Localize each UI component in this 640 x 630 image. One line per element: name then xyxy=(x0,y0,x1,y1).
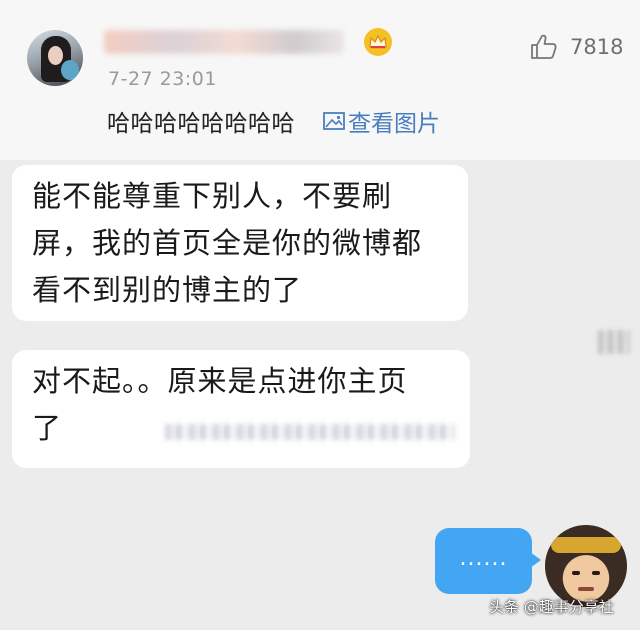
like-button[interactable]: 7818 xyxy=(530,34,623,60)
comment-card: 7-27 23:01 7818 哈哈哈哈哈哈哈哈 查看图片 xyxy=(0,0,640,160)
typing-indicator: ...... xyxy=(459,545,508,571)
comment-timestamp: 7-27 23:01 xyxy=(108,68,217,90)
image-icon xyxy=(323,111,348,131)
thumbs-up-icon[interactable] xyxy=(530,34,558,60)
crown-icon xyxy=(364,28,392,56)
watermark: 头条 @趣事分享社 xyxy=(489,598,614,616)
message-text: 能不能尊重下别人，不要刷 屏，我的首页全是你的微博都 看不到别的博主的了 xyxy=(32,179,423,307)
commenter-avatar[interactable] xyxy=(27,30,83,86)
chat-bubble-received: 能不能尊重下别人，不要刷 屏，我的首页全是你的微博都 看不到别的博主的了 xyxy=(12,165,468,321)
view-image-link[interactable]: 查看图片 xyxy=(323,104,440,138)
like-count: 7818 xyxy=(570,35,624,59)
chat-bubble-received: 对不起。。原来是点进你主页 了 xyxy=(12,350,470,468)
blurred-mosaic xyxy=(165,424,455,440)
view-image-label[interactable]: 查看图片 xyxy=(348,104,440,138)
blurred-username xyxy=(104,30,344,54)
user-avatar[interactable] xyxy=(545,525,627,607)
chat-bubble-sent: ...... xyxy=(435,528,541,594)
blurred-edge-element xyxy=(598,330,630,354)
comment-text: 哈哈哈哈哈哈哈哈 xyxy=(107,111,295,137)
